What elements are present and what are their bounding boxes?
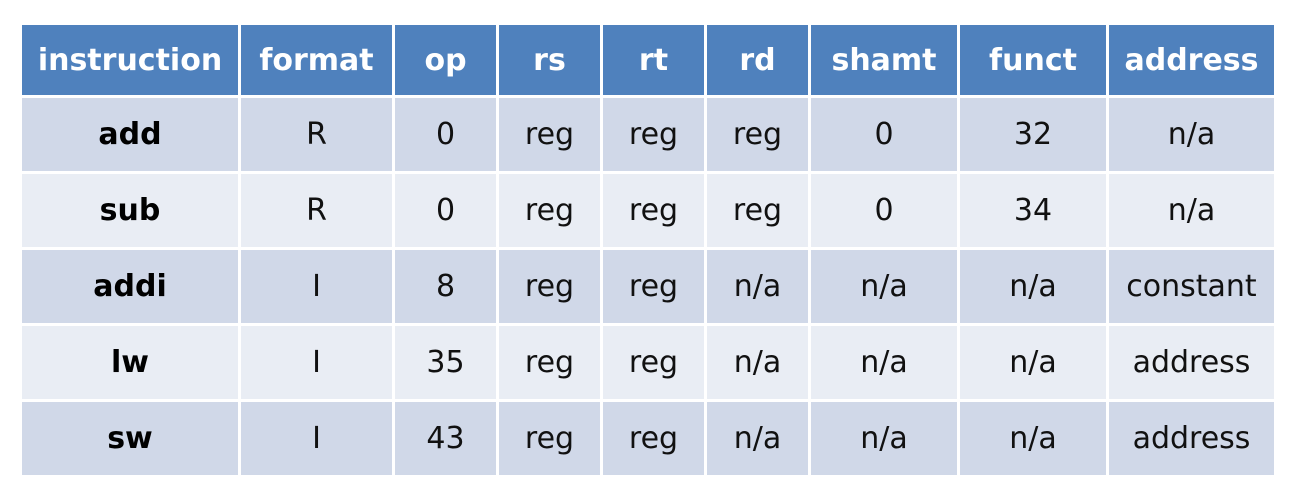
cell-rd: reg (707, 174, 808, 247)
cell-op: 0 (395, 98, 496, 171)
header-cell-rt: rt (603, 25, 704, 95)
cell-funct: n/a (960, 402, 1106, 475)
cell-rs: reg (499, 98, 600, 171)
header-cell-format: format (241, 25, 392, 95)
table-row: lw I 35 reg reg n/a n/a n/a address (22, 326, 1274, 399)
cell-shamt: 0 (811, 98, 957, 171)
cell-instruction: addi (22, 250, 238, 323)
header-cell-rs: rs (499, 25, 600, 95)
cell-rd: n/a (707, 402, 808, 475)
instruction-format-table: instruction format op rs rt rd shamt fun… (19, 22, 1277, 478)
header-cell-address: address (1109, 25, 1274, 95)
cell-shamt: n/a (811, 250, 957, 323)
cell-format: R (241, 174, 392, 247)
table-row: addi I 8 reg reg n/a n/a n/a constant (22, 250, 1274, 323)
cell-rs: reg (499, 402, 600, 475)
cell-funct: n/a (960, 326, 1106, 399)
cell-op: 0 (395, 174, 496, 247)
cell-shamt: 0 (811, 174, 957, 247)
cell-instruction: sub (22, 174, 238, 247)
cell-rt: reg (603, 98, 704, 171)
cell-op: 43 (395, 402, 496, 475)
header-cell-instruction: instruction (22, 25, 238, 95)
cell-rd: reg (707, 98, 808, 171)
cell-rd: n/a (707, 326, 808, 399)
table-row: add R 0 reg reg reg 0 32 n/a (22, 98, 1274, 171)
header-cell-shamt: shamt (811, 25, 957, 95)
header-cell-op: op (395, 25, 496, 95)
cell-funct: n/a (960, 250, 1106, 323)
cell-format: I (241, 326, 392, 399)
cell-rs: reg (499, 174, 600, 247)
cell-format: I (241, 402, 392, 475)
cell-instruction: lw (22, 326, 238, 399)
cell-rt: reg (603, 250, 704, 323)
cell-shamt: n/a (811, 326, 957, 399)
cell-instruction: sw (22, 402, 238, 475)
cell-shamt: n/a (811, 402, 957, 475)
cell-address: constant (1109, 250, 1274, 323)
header-row: instruction format op rs rt rd shamt fun… (22, 25, 1274, 95)
cell-funct: 34 (960, 174, 1106, 247)
cell-format: I (241, 250, 392, 323)
table-row: sub R 0 reg reg reg 0 34 n/a (22, 174, 1274, 247)
cell-address: n/a (1109, 98, 1274, 171)
header-cell-funct: funct (960, 25, 1106, 95)
cell-rs: reg (499, 250, 600, 323)
cell-address: address (1109, 402, 1274, 475)
cell-rs: reg (499, 326, 600, 399)
cell-rt: reg (603, 174, 704, 247)
header-cell-rd: rd (707, 25, 808, 95)
cell-rt: reg (603, 326, 704, 399)
table-row: sw I 43 reg reg n/a n/a n/a address (22, 402, 1274, 475)
cell-op: 8 (395, 250, 496, 323)
cell-rd: n/a (707, 250, 808, 323)
cell-address: address (1109, 326, 1274, 399)
cell-instruction: add (22, 98, 238, 171)
cell-rt: reg (603, 402, 704, 475)
cell-format: R (241, 98, 392, 171)
cell-funct: 32 (960, 98, 1106, 171)
instruction-format-table-container: instruction format op rs rt rd shamt fun… (22, 25, 1274, 475)
cell-address: n/a (1109, 174, 1274, 247)
cell-op: 35 (395, 326, 496, 399)
